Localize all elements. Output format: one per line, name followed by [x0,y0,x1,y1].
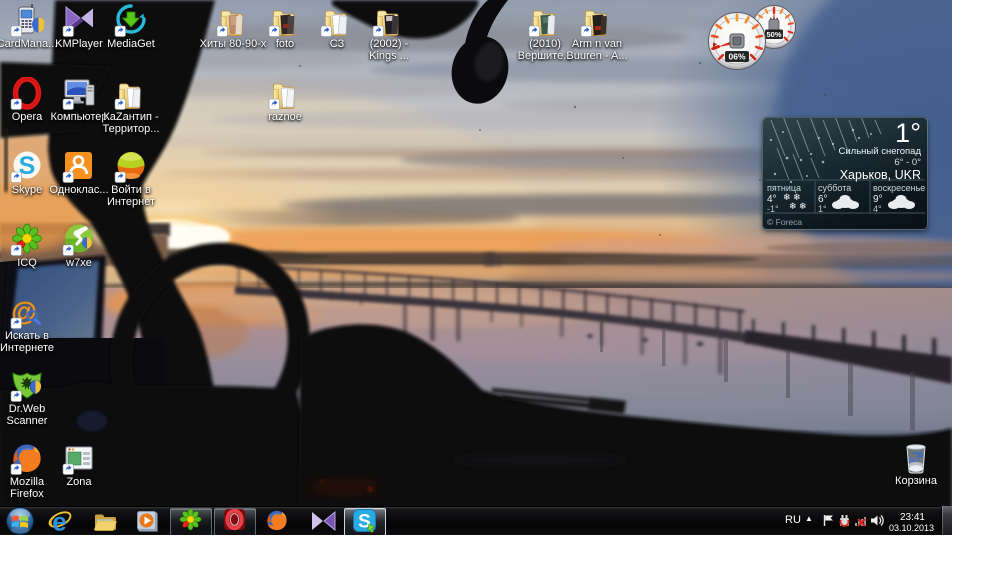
svg-text:50%: 50% [766,30,781,39]
svg-text:1°: 1° [818,204,827,214]
svg-text:4°: 4° [873,204,882,214]
svg-text:06%: 06% [728,52,745,62]
svg-text:суббота: суббота [818,183,851,193]
svg-text:Сильный снегопад: Сильный снегопад [839,146,922,157]
svg-text:© Foreca: © Foreca [767,217,802,227]
svg-text:воскресенье: воскресенье [873,183,925,193]
svg-text:6° - 0°: 6° - 0° [894,157,921,168]
svg-text:Харьков, UKR: Харьков, UKR [840,168,921,182]
svg-text:❄ ❄: ❄ ❄ [789,201,807,211]
svg-text:e: e [52,509,66,533]
svg-text:1°: 1° [895,118,921,148]
svg-text:-1°: -1° [767,204,779,214]
